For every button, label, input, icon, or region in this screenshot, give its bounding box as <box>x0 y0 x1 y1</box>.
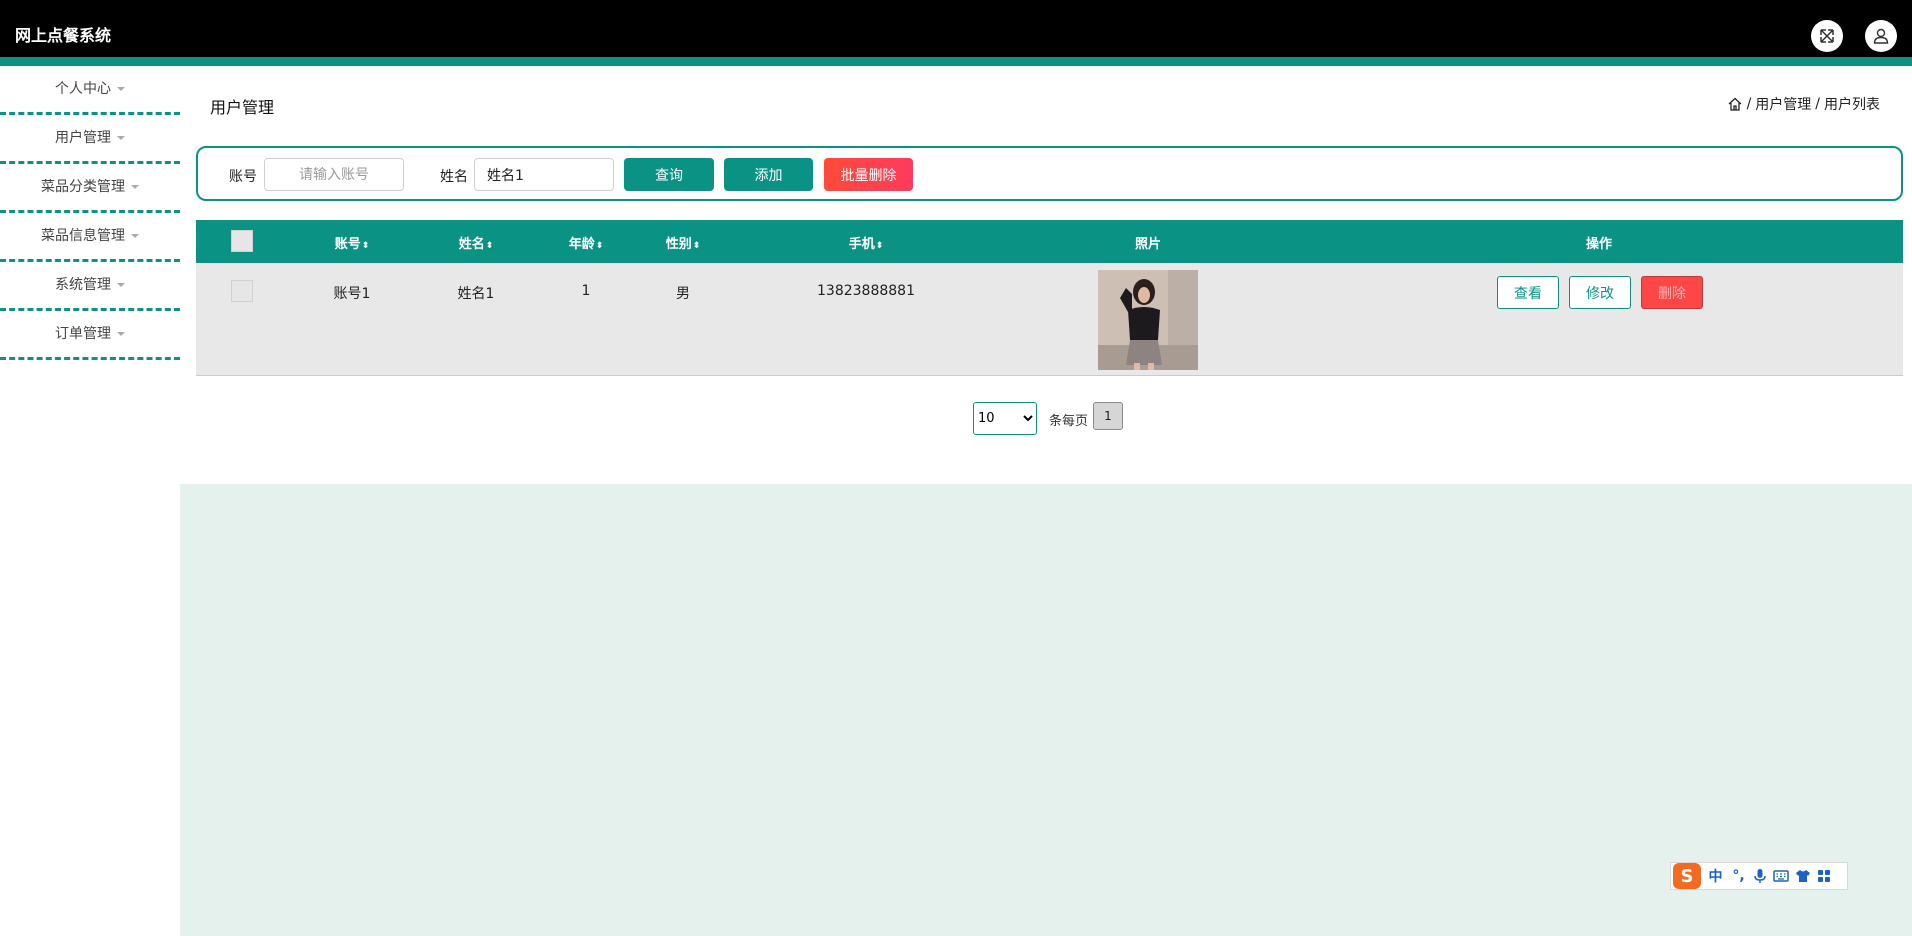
content-background <box>180 484 1912 936</box>
sidebar-item-label: 菜品信息管理 <box>41 228 125 244</box>
cell-age: 1 <box>581 283 591 299</box>
sidebar-item-label: 订单管理 <box>55 326 111 342</box>
sort-icon: ⬍ <box>875 241 884 251</box>
column-label: 性别 <box>665 237 692 252</box>
page-number-current[interactable]: 1 <box>1093 402 1123 430</box>
view-button[interactable]: 查看 <box>1497 276 1559 309</box>
caret-down-icon <box>117 136 125 140</box>
batch-delete-button[interactable]: 批量删除 <box>824 158 913 191</box>
column-label: 年龄 <box>568 237 595 252</box>
top-header: 网上点餐系统 <box>0 0 1912 57</box>
column-header-age[interactable]: 年龄⬍ <box>569 233 604 252</box>
sidebar: 个人中心 用户管理 菜品分类管理 菜品信息管理 系统管理 订单管理 <box>0 66 180 360</box>
sidebar-item-label: 个人中心 <box>55 81 111 97</box>
caret-down-icon <box>117 87 125 91</box>
account-label: 账号 <box>229 169 257 185</box>
fullscreen-button[interactable] <box>1811 20 1843 52</box>
name-input[interactable] <box>474 158 614 191</box>
add-button[interactable]: 添加 <box>724 158 813 191</box>
user-icon <box>1873 28 1889 44</box>
keyboard-icon[interactable] <box>1773 869 1789 883</box>
cell-name: 姓名1 <box>457 286 495 302</box>
column-label: 手机 <box>848 237 875 252</box>
sidebar-item-dish-categories[interactable]: 菜品分类管理 <box>0 164 180 213</box>
search-form: 账号 姓名 查询 添加 批量删除 <box>196 146 1903 201</box>
delete-button[interactable]: 删除 <box>1641 276 1703 309</box>
user-photo[interactable] <box>1098 270 1198 370</box>
caret-down-icon <box>117 332 125 336</box>
column-header-account[interactable]: 账号⬍ <box>335 233 370 252</box>
ime-mode-toggle[interactable]: 中 <box>1707 866 1724 886</box>
sidebar-item-orders[interactable]: 订单管理 <box>0 311 180 360</box>
column-label: 姓名 <box>458 237 485 252</box>
cell-gender: 男 <box>676 286 690 302</box>
column-header-phone[interactable]: 手机⬍ <box>849 233 884 252</box>
caret-down-icon <box>117 283 125 287</box>
skin-icon[interactable] <box>1795 869 1811 883</box>
sidebar-item-system[interactable]: 系统管理 <box>0 262 180 311</box>
fullscreen-icon <box>1820 29 1834 43</box>
table-row: 账号1 姓名1 1 男 13823888881 查看 修改 删除 <box>196 263 1903 376</box>
header-accent-bar <box>0 57 1912 66</box>
breadcrumb-separator: / <box>1815 96 1820 112</box>
select-all-checkbox[interactable] <box>231 230 253 252</box>
table-header: 账号⬍ 姓名⬍ 年龄⬍ 性别⬍ 手机⬍ 照片 操作 <box>196 220 1903 263</box>
photo-image <box>1098 270 1198 370</box>
ime-toolbar: S 中 °, <box>1670 862 1848 890</box>
edit-button[interactable]: 修改 <box>1569 276 1631 309</box>
sidebar-item-label: 系统管理 <box>55 277 111 293</box>
caret-down-icon <box>131 234 139 238</box>
breadcrumb-separator: / <box>1746 96 1752 112</box>
page-size-select[interactable]: 10 20 50 100 <box>973 402 1037 435</box>
sort-icon: ⬍ <box>361 241 370 251</box>
sidebar-item-label: 菜品分类管理 <box>41 179 125 195</box>
breadcrumb-item-user-list: 用户列表 <box>1824 97 1880 113</box>
breadcrumb: / 用户管理 / 用户列表 <box>1727 94 1880 114</box>
account-input[interactable] <box>264 158 404 191</box>
breadcrumb-item-user-management[interactable]: 用户管理 <box>1755 94 1811 114</box>
cell-account: 账号1 <box>333 286 371 302</box>
row-checkbox[interactable] <box>231 280 253 302</box>
sort-icon: ⬍ <box>485 241 494 251</box>
cell-phone: 13823888881 <box>817 283 915 299</box>
punctuation-icon[interactable]: °, <box>1730 868 1747 884</box>
sidebar-item-label: 用户管理 <box>55 130 111 146</box>
home-icon[interactable] <box>1727 96 1743 112</box>
sogou-logo[interactable]: S <box>1673 863 1701 889</box>
name-label: 姓名 <box>440 169 468 185</box>
toolbox-icon[interactable] <box>1817 869 1831 883</box>
users-table: 账号⬍ 姓名⬍ 年龄⬍ 性别⬍ 手机⬍ 照片 操作 账号1 姓名1 1 男 13… <box>196 220 1903 376</box>
column-header-gender[interactable]: 性别⬍ <box>666 233 701 252</box>
per-page-label: 条每页 <box>1049 414 1089 429</box>
column-label: 账号 <box>334 237 361 252</box>
column-header-actions: 操作 <box>1585 237 1613 252</box>
column-header-photo: 照片 <box>1134 237 1162 252</box>
sort-icon: ⬍ <box>692 241 701 251</box>
sidebar-item-profile[interactable]: 个人中心 <box>0 66 180 115</box>
page-title: 用户管理 <box>210 98 275 117</box>
sort-icon: ⬍ <box>595 241 604 251</box>
query-button[interactable]: 查询 <box>624 158 714 191</box>
user-menu-button[interactable] <box>1865 20 1897 52</box>
sidebar-item-users[interactable]: 用户管理 <box>0 115 180 164</box>
microphone-icon[interactable] <box>1753 868 1767 884</box>
sidebar-item-dish-info[interactable]: 菜品信息管理 <box>0 213 180 262</box>
sidebar-divider <box>0 357 180 360</box>
column-header-name[interactable]: 姓名⬍ <box>459 233 494 252</box>
app-title: 网上点餐系统 <box>15 26 112 45</box>
caret-down-icon <box>131 185 139 189</box>
